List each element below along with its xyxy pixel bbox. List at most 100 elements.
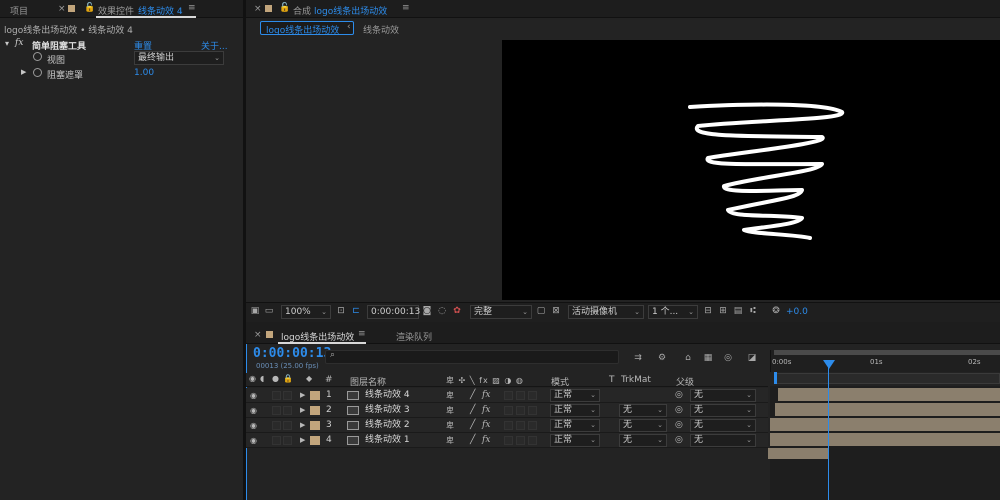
layer-label-swatch[interactable]: [310, 436, 320, 445]
switch-box[interactable]: [504, 421, 513, 430]
shy-switch-icon[interactable]: 卑: [446, 388, 454, 403]
fx-switch-icon[interactable]: fx: [482, 433, 490, 448]
switch-box[interactable]: [516, 391, 525, 400]
solo-toggle[interactable]: [283, 421, 292, 430]
pickwhip-icon[interactable]: ◎: [675, 388, 683, 403]
motion-blur-icon[interactable]: ◎: [722, 352, 734, 364]
header-mode[interactable]: 模式: [551, 375, 569, 388]
chevron-left-icon[interactable]: ‹: [347, 22, 351, 32]
fast-preview-icon[interactable]: ⊞: [718, 306, 728, 316]
layer-row[interactable]: ◉ ▶ 4 线条动效 1 卑 ╱ fx 正常 ⌄ 无 ⌄ ◎ 无 ⌄: [246, 433, 768, 448]
switch-box[interactable]: [528, 391, 537, 400]
work-area-bar[interactable]: [774, 350, 1000, 355]
layer-bar-4[interactable]: [770, 433, 1000, 446]
mode-select[interactable]: 正常 ⌄: [550, 389, 600, 402]
layer-name[interactable]: 线条动效 4: [365, 388, 410, 403]
mode-select[interactable]: 正常 ⌄: [550, 434, 600, 447]
close-icon[interactable]: ×: [254, 330, 262, 340]
mode-select[interactable]: 正常 ⌄: [550, 404, 600, 417]
fx-icon[interactable]: fx: [15, 38, 23, 48]
toggle-pixel-icon[interactable]: ⊟: [703, 306, 713, 316]
label-icon[interactable]: ◆: [306, 374, 312, 383]
header-trkmat[interactable]: TrkMat: [621, 375, 651, 385]
resolution-select[interactable]: 完整 ⌄: [470, 305, 532, 319]
parent-select[interactable]: 无 ⌄: [690, 434, 756, 447]
tab-project[interactable]: 项目: [10, 4, 28, 17]
timeline-icon[interactable]: ▤: [733, 306, 743, 316]
parent-select[interactable]: 无 ⌄: [690, 404, 756, 417]
audio-icon[interactable]: ◖: [260, 374, 264, 383]
camera-icon[interactable]: ◙: [422, 306, 432, 316]
eye-icon[interactable]: ◉: [250, 388, 257, 403]
exposure-value[interactable]: +0.0: [786, 307, 808, 317]
layer-row[interactable]: ◉ ▶ 2 线条动效 3 卑 ╱ fx 正常 ⌄ 无 ⌄ ◎ 无 ⌄: [246, 403, 768, 418]
flowchart-icon[interactable]: ⑆: [748, 306, 758, 316]
lock-icon[interactable]: 🔓: [84, 3, 95, 13]
parent-select[interactable]: 无 ⌄: [690, 389, 756, 402]
chevron-down-icon[interactable]: ▾: [5, 39, 9, 48]
quality-switch-icon[interactable]: ╱: [470, 418, 475, 433]
pickwhip-icon[interactable]: ◎: [675, 418, 683, 433]
snapshot-icon[interactable]: ▣: [250, 306, 260, 316]
quality-switch-icon[interactable]: ╱: [470, 433, 475, 448]
switch-box[interactable]: [516, 406, 525, 415]
draft-3d-icon[interactable]: ⚙: [656, 352, 668, 364]
switch-box[interactable]: [516, 436, 525, 445]
fx-switch-icon[interactable]: fx: [482, 403, 490, 418]
trkmat-select[interactable]: 无 ⌄: [619, 419, 667, 432]
layer-label-swatch[interactable]: [310, 391, 320, 400]
comp-flowchart-icon[interactable]: ⇉: [632, 352, 644, 364]
fx-switch-icon[interactable]: fx: [482, 418, 490, 433]
roi-icon[interactable]: ▢: [536, 306, 546, 316]
layer-name[interactable]: 线条动效 3: [365, 403, 410, 418]
tab-render-queue[interactable]: 渲染队列: [396, 330, 432, 343]
views-select[interactable]: 1 个... ⌄: [648, 305, 698, 319]
close-icon[interactable]: ×: [254, 4, 262, 14]
param-choke-value[interactable]: 1.00: [134, 68, 154, 78]
panel-menu-icon[interactable]: ≡: [358, 329, 366, 339]
solo-toggle[interactable]: [283, 406, 292, 415]
layer-search-input[interactable]: [325, 350, 619, 364]
audio-toggle[interactable]: [272, 391, 281, 400]
chevron-right-icon[interactable]: ▶: [300, 433, 305, 448]
frame-blend-icon[interactable]: ▦: [702, 352, 714, 364]
trkmat-select[interactable]: 无 ⌄: [619, 404, 667, 417]
playhead-handle[interactable]: [823, 360, 835, 369]
current-time-display[interactable]: 0:00:00:13: [253, 346, 331, 361]
comp-canvas[interactable]: [502, 40, 1000, 300]
quality-switch-icon[interactable]: ╱: [470, 388, 475, 403]
region-icon[interactable]: ⊡: [336, 306, 346, 316]
nav-start-handle[interactable]: [774, 372, 777, 384]
lock-icon[interactable]: 🔒: [283, 374, 293, 383]
channel-icon[interactable]: ◌: [437, 306, 447, 316]
switch-box[interactable]: [504, 436, 513, 445]
layer-row[interactable]: ◉ ▶ 3 线条动效 2 卑 ╱ fx 正常 ⌄ 无 ⌄ ◎ 无 ⌄: [246, 418, 768, 433]
mask-icon[interactable]: ⊏: [351, 306, 361, 316]
chevron-right-icon[interactable]: ▶: [21, 68, 26, 76]
eye-icon[interactable]: ◉: [250, 418, 257, 433]
nav-range-bar[interactable]: [774, 373, 1000, 384]
switch-box[interactable]: [504, 391, 513, 400]
stopwatch-icon[interactable]: [33, 52, 42, 61]
shy-switch-icon[interactable]: 卑: [446, 418, 454, 433]
layer-name[interactable]: 线条动效 1: [365, 433, 410, 448]
tab-composition[interactable]: logo线条出场动效: [314, 4, 387, 17]
switch-box[interactable]: [528, 421, 537, 430]
transparency-grid-icon[interactable]: ⊠: [551, 306, 561, 316]
layer-bar-1[interactable]: [778, 388, 1000, 401]
audio-toggle[interactable]: [272, 421, 281, 430]
layer-row[interactable]: ◉ ▶ 1 线条动效 4 卑 ╱ fx 正常 ⌄ ◎ 无 ⌄: [246, 388, 768, 403]
eye-icon[interactable]: ◉: [249, 374, 256, 383]
eye-icon[interactable]: ◉: [250, 433, 257, 448]
eye-icon[interactable]: ◉: [250, 403, 257, 418]
timecode-field[interactable]: 0:00:00:13: [367, 305, 420, 319]
header-layer-name[interactable]: 图层名称: [350, 375, 386, 388]
fx-switch-icon[interactable]: fx: [482, 388, 490, 403]
panel-menu-icon[interactable]: ≡: [402, 3, 410, 13]
solo-icon[interactable]: ●: [272, 374, 279, 383]
monitor-icon[interactable]: ▭: [264, 306, 274, 316]
exposure-reset-icon[interactable]: ❂: [771, 306, 781, 316]
chevron-right-icon[interactable]: ▶: [300, 418, 305, 433]
view-select[interactable]: 最终输出 ⌄: [134, 51, 224, 65]
lock-icon[interactable]: 🔓: [279, 3, 290, 13]
